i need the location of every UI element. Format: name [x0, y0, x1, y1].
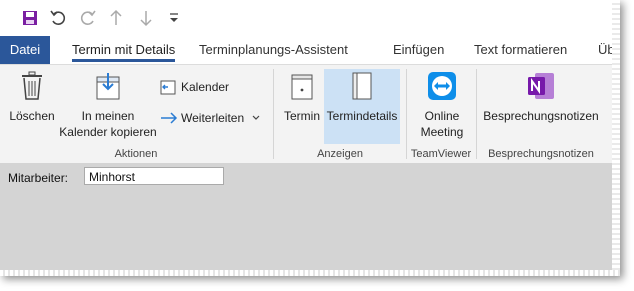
torn-edge-bottom	[0, 270, 620, 276]
arrow-up-icon[interactable]	[106, 8, 126, 28]
appointment-form-area: Mitarbeiter: Minhorst	[0, 163, 620, 276]
appointment-details-button[interactable]: Termindetails	[324, 71, 400, 124]
copy-label-line1: In meinen	[81, 109, 135, 123]
teamviewer-icon	[428, 72, 456, 100]
delete-button[interactable]: Löschen	[8, 71, 56, 124]
tab-file[interactable]: Datei	[0, 36, 50, 64]
appointment-details-label: Termindetails	[326, 109, 398, 123]
undo-icon[interactable]	[48, 8, 68, 28]
trash-icon	[22, 71, 42, 100]
delete-label: Löschen	[9, 109, 55, 123]
group-label-anzeigen: Anzeigen	[317, 148, 363, 160]
redo-icon[interactable]	[78, 8, 98, 28]
tab-text-formatieren[interactable]: Text formatieren	[474, 36, 567, 64]
calendar-icon	[160, 80, 176, 95]
employee-field[interactable]: Minhorst	[84, 167, 224, 185]
online-meeting-label-line1: Online	[424, 109, 460, 123]
save-icon[interactable]	[20, 8, 40, 28]
online-meeting-button[interactable]: Online Meeting	[410, 71, 474, 140]
appointment-view-button[interactable]: Termin	[280, 71, 324, 124]
group-separator	[406, 69, 407, 159]
chevron-down-icon	[252, 115, 260, 120]
onenote-icon	[528, 73, 554, 99]
arrow-down-icon[interactable]	[136, 8, 156, 28]
calendar-copy-icon	[96, 73, 120, 100]
group-label-teamviewer: TeamViewer	[410, 148, 472, 160]
meeting-notes-button[interactable]: Besprechungsnotizen	[480, 71, 602, 124]
forward-button[interactable]: Weiterleiten	[160, 111, 264, 125]
tab-terminplanungs-assistent[interactable]: Terminplanungs-Assistent	[199, 36, 348, 64]
torn-edge-right	[612, 0, 620, 276]
group-separator	[273, 69, 274, 159]
calendar-label: Kalender	[181, 80, 230, 94]
quick-access-toolbar	[0, 0, 620, 36]
online-meeting-label-line2: Meeting	[420, 125, 464, 139]
employee-label: Mitarbeiter:	[8, 171, 69, 185]
tab-termin-mit-details[interactable]: Termin mit Details	[72, 36, 176, 64]
notebook-icon	[352, 72, 372, 100]
appointment-label: Termin	[283, 109, 320, 123]
group-separator	[476, 69, 477, 159]
group-label-besprechungsnotizen: Besprechungsnotizen	[488, 148, 594, 160]
copy-label-line2: Kalender kopieren	[59, 125, 157, 139]
calendar-page-icon	[291, 74, 313, 100]
forward-label: Weiterleiten	[181, 111, 245, 125]
ribbon-tab-bar: Datei Termin mit Details Terminplanungs-…	[0, 36, 620, 64]
tab-einfuegen[interactable]: Einfügen	[393, 36, 444, 64]
forward-arrow-icon	[161, 112, 178, 124]
copy-to-my-calendar-button[interactable]: In meinen Kalender kopieren	[58, 71, 158, 140]
group-label-aktionen: Aktionen	[114, 148, 158, 160]
outlook-window: Datei Termin mit Details Terminplanungs-…	[0, 0, 620, 276]
meeting-notes-label: Besprechungsnotizen	[483, 109, 599, 123]
calendar-button[interactable]: Kalender	[160, 79, 240, 95]
customize-toolbar-icon[interactable]	[164, 8, 184, 28]
ribbon: Löschen In meinen Kalender kopieren Kale…	[0, 64, 620, 164]
